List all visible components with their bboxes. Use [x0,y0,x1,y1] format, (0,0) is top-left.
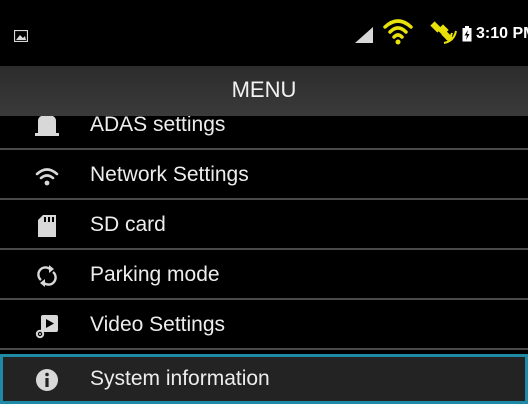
menu-header: MENU [0,66,528,116]
sd-card-icon [38,215,56,237]
menu-item-label: System information [90,367,270,390]
dashcam-screen: 3:10 PM MENU ADAS settings Network Setti… [0,0,528,404]
bell-icon [35,116,59,136]
status-bar: 3:10 PM [0,0,528,66]
video-settings-icon [35,315,58,339]
menu-item-sd-card[interactable]: SD card [0,200,528,250]
image-icon [14,30,28,42]
wifi-icon [35,168,59,186]
menu-list: ADAS settings Network Settings SD card P… [0,116,528,404]
clock: 3:10 PM [476,25,528,42]
page-title: MENU [231,77,297,102]
menu-item-adas-settings[interactable]: ADAS settings [0,116,528,150]
menu-item-network-settings[interactable]: Network Settings [0,150,528,200]
menu-item-system-information[interactable]: System information [0,354,528,404]
info-icon [36,369,58,391]
cell-signal-icon [355,27,373,43]
sync-icon [37,265,57,287]
menu-item-label: Network Settings [90,163,249,186]
battery-icon [462,26,472,42]
menu-item-label: Video Settings [90,313,226,336]
divider [0,348,528,350]
menu-item-label: ADAS settings [90,116,226,136]
gps-satellite-icon [430,21,457,44]
wifi-icon [383,19,413,45]
menu-item-video-settings[interactable]: Video Settings [0,300,528,350]
menu-item-label: Parking mode [90,263,220,286]
menu-item-label: SD card [90,213,166,236]
menu-item-parking-mode[interactable]: Parking mode [0,250,528,300]
